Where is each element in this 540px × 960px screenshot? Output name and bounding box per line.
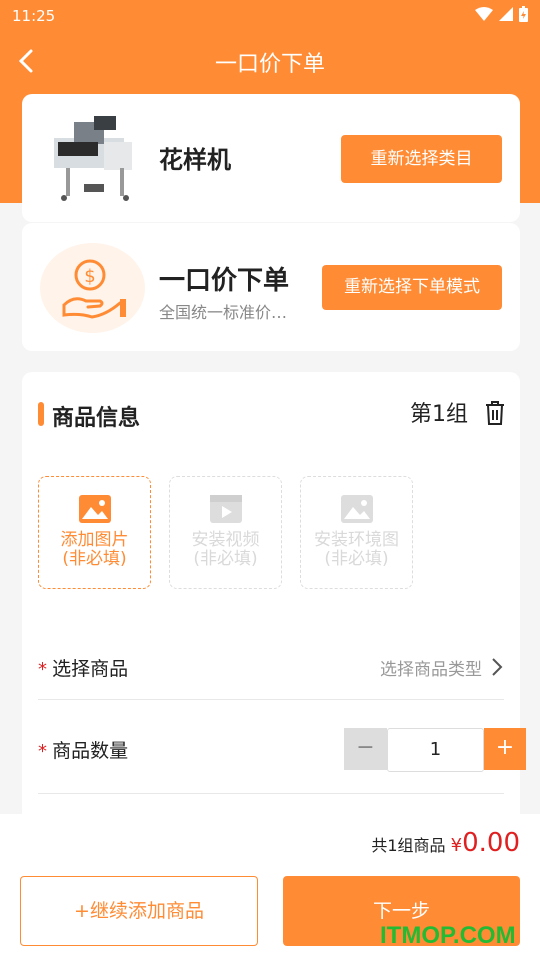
upload-hint: (非必填) [62,549,127,569]
reselect-category-button[interactable]: 重新选择类目 [341,135,502,183]
quantity-stepper: − 1 + [344,728,526,772]
select-product-label-wrap: * 选择商品 [38,654,128,681]
upload-label: 添加图片 [60,530,129,550]
nav-bar: 一口价下单 [0,36,540,86]
quantity-input[interactable]: 1 [387,728,484,772]
battery-icon [519,6,528,22]
svg-text:$: $ [84,266,95,287]
quantity-row: * 商品数量 − 1 + [38,702,526,794]
add-image-upload[interactable]: 添加图片 (非必填) [38,476,151,589]
section-title: 商品信息 [52,406,141,431]
decrement-button[interactable]: − [344,728,387,770]
currency-symbol: ¥ [450,835,463,856]
reselect-mode-button[interactable]: 重新选择下单模式 [322,265,502,310]
order-total: 共1组商品 ¥0.00 [371,828,520,858]
signal-icon [499,7,513,21]
mode-subtitle: 全国统一标准价… [159,303,288,322]
status-time: 11:25 [12,7,56,25]
status-icons [475,6,528,22]
sewing-machine-image [54,116,132,201]
mode-card: $ 一口价下单 全国统一标准价… 重新选择下单模式 [22,223,520,351]
quantity-label: 商品数量 [52,740,129,762]
section-accent-bar [38,402,44,426]
product-info-card: 商品信息 第1组 添加图片 (非必填) 安装视频 (非必填) 安装环境图 (非必… [22,372,526,832]
upload-hint: (非必填) [193,549,258,569]
required-mark: * [38,741,47,762]
required-mark: * [38,659,47,680]
money-hand-icon: $ [62,259,126,319]
quantity-label-wrap: * 商品数量 [38,736,128,763]
watermark: ITMOP.COM [380,922,516,949]
mode-title: 一口价下单 [159,266,290,296]
upload-hint: (非必填) [324,549,389,569]
wifi-icon [475,7,493,21]
image-icon [340,495,373,523]
total-amount: 0.00 [462,828,520,858]
upload-label: 安装环境图 [314,530,399,550]
mode-circle: $ [40,243,145,333]
group-label: 第1组 [410,402,468,427]
category-name: 花样机 [159,146,231,174]
chevron-right-icon [492,658,503,676]
select-product-placeholder: 选择商品类型 [380,660,482,680]
item-count-text: 共1组商品 [371,836,446,855]
video-icon [209,495,242,523]
install-video-upload[interactable]: 安装视频 (非必填) [169,476,282,589]
upload-label: 安装视频 [191,530,260,550]
category-card: 花样机 重新选择类目 [22,94,520,222]
add-more-products-button[interactable]: +继续添加商品 [20,876,258,946]
page-title: 一口价下单 [214,52,325,77]
select-product-row[interactable]: * 选择商品 选择商品类型 [38,634,504,700]
trash-icon[interactable] [484,400,506,426]
select-product-label: 选择商品 [52,658,129,680]
increment-button[interactable]: + [484,728,526,770]
install-environment-upload[interactable]: 安装环境图 (非必填) [300,476,413,589]
image-icon [78,495,111,523]
status-bar: 11:25 [0,0,540,30]
